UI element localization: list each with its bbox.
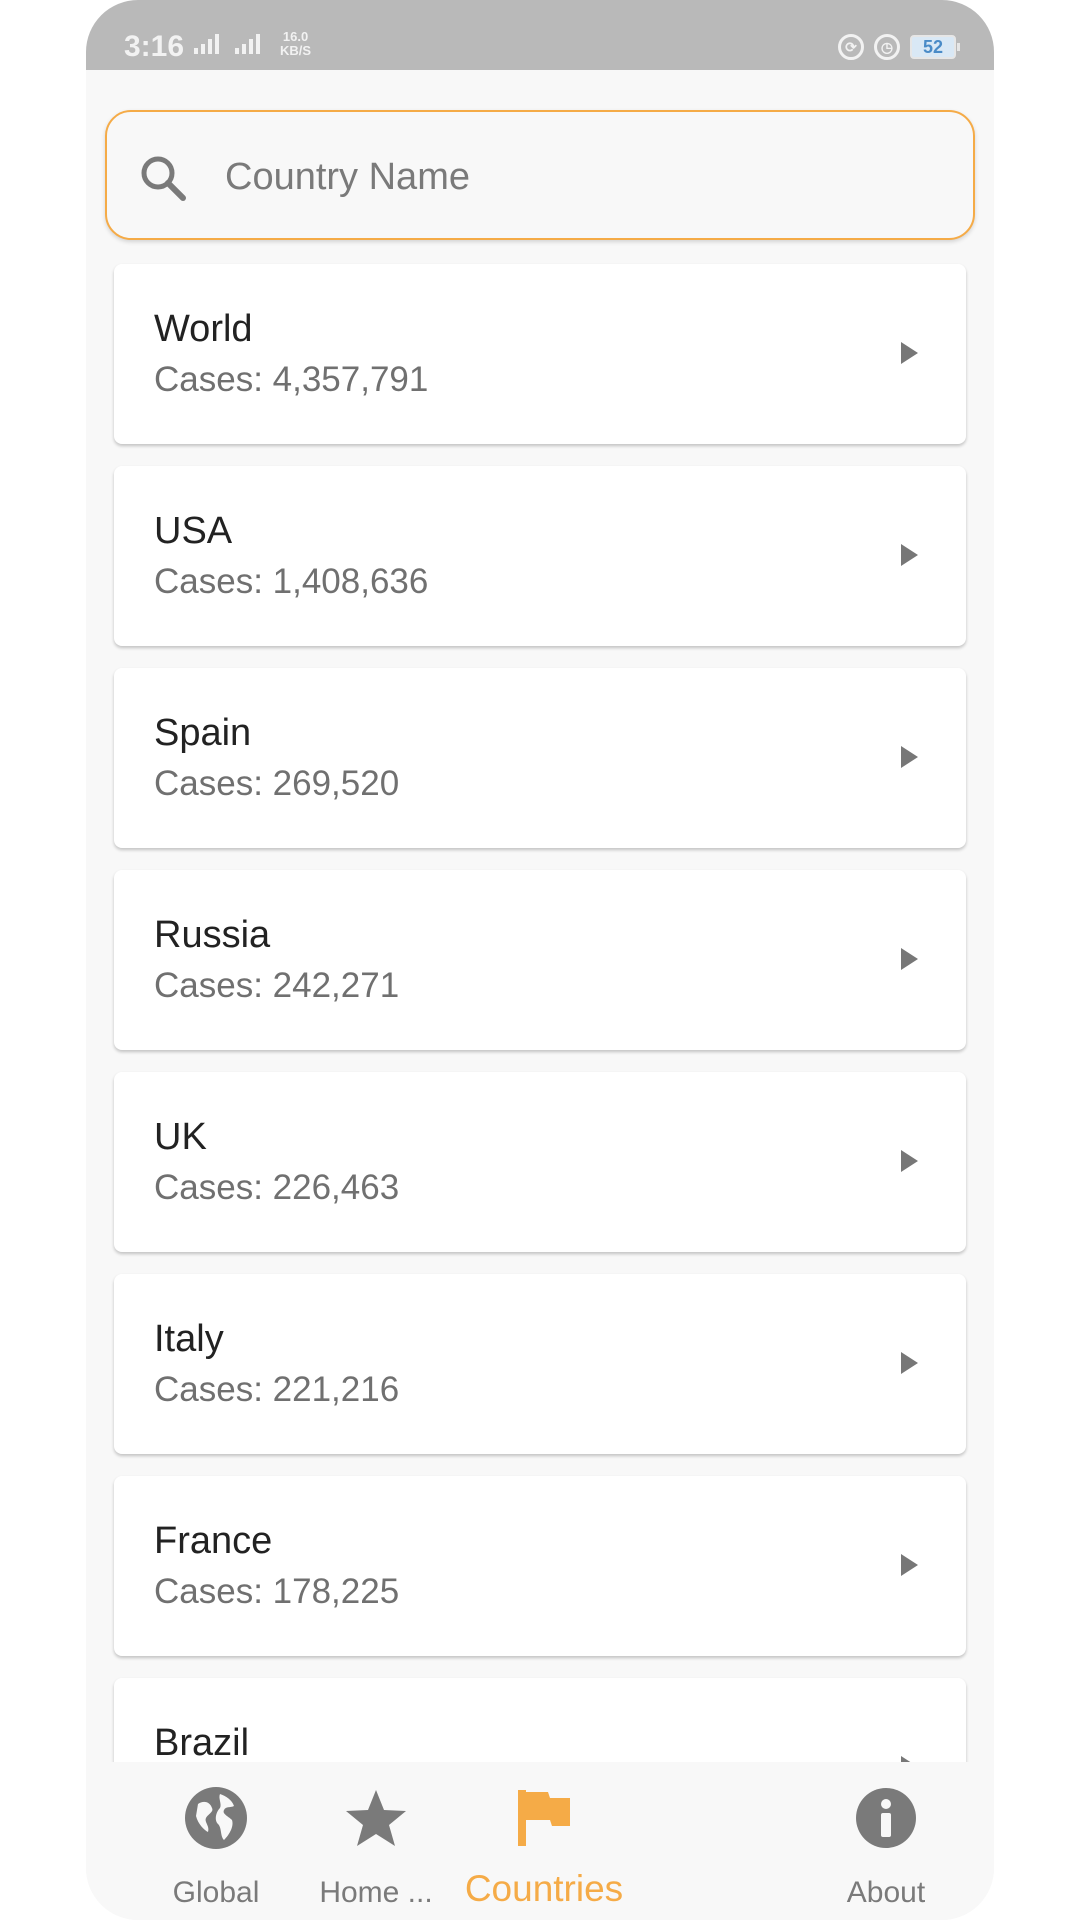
globe-icon xyxy=(185,1787,247,1849)
arrow-right-icon xyxy=(901,544,918,566)
arrow-right-icon xyxy=(901,746,918,768)
nav-label-global: Global xyxy=(172,1876,260,1909)
country-cases: Cases: 221,216 xyxy=(154,1370,400,1409)
bottom-navigation: Global Home ... Countries About xyxy=(86,1762,994,1920)
country-cases: Cases: 1,408,636 xyxy=(154,562,429,601)
country-name: Russia xyxy=(154,914,271,956)
country-card-world[interactable]: World Cases: 4,357,791 xyxy=(114,264,966,444)
star-icon xyxy=(346,1790,406,1846)
country-card-italy[interactable]: Italy Cases: 221,216 xyxy=(114,1274,966,1454)
country-cases: Cases: 4,357,791 xyxy=(154,360,429,399)
country-name: World xyxy=(154,308,253,350)
country-name: Spain xyxy=(154,712,252,754)
signal-icon xyxy=(194,34,260,54)
arrow-right-icon xyxy=(901,1352,918,1374)
country-cases: Cases: 242,271 xyxy=(154,966,400,1005)
nav-countries[interactable]: Countries xyxy=(446,1762,642,1920)
search-input[interactable] xyxy=(223,142,947,212)
nav-label-about: About xyxy=(846,1876,926,1909)
country-name: Italy xyxy=(154,1318,224,1360)
country-card-spain[interactable]: Spain Cases: 269,520 xyxy=(114,668,966,848)
arrow-right-icon xyxy=(901,1150,918,1172)
country-card-russia[interactable]: Russia Cases: 242,271 xyxy=(114,870,966,1050)
network-speed: 16.0 KB/S xyxy=(280,30,311,58)
status-time: 3:16 xyxy=(124,30,185,63)
nav-about[interactable]: About xyxy=(806,1762,966,1920)
nav-label-home: Home ... xyxy=(319,1876,433,1909)
nav-global[interactable]: Global xyxy=(126,1762,306,1920)
arrow-right-icon xyxy=(901,948,918,970)
nav-home[interactable]: Home ... xyxy=(286,1762,466,1920)
country-cases: Cases: 178,225 xyxy=(154,1572,400,1611)
status-bar: 3:16 16.0 KB/S ⟳ ◷ 52 xyxy=(86,0,994,70)
country-name: Brazil xyxy=(154,1722,250,1764)
country-cases: Cases: 226,463 xyxy=(154,1168,400,1207)
speed-value: 16.0 xyxy=(282,29,309,44)
nav-label-countries: Countries xyxy=(464,1868,624,1909)
country-cases: Cases: 269,520 xyxy=(154,764,400,803)
country-card-usa[interactable]: USA Cases: 1,408,636 xyxy=(114,466,966,646)
info-icon xyxy=(856,1788,916,1848)
country-card-uk[interactable]: UK Cases: 226,463 xyxy=(114,1072,966,1252)
search-box[interactable] xyxy=(105,110,975,240)
flag-icon xyxy=(518,1790,570,1846)
battery-icon: 52 xyxy=(910,35,960,59)
arrow-right-icon xyxy=(901,1554,918,1576)
country-card-france[interactable]: France Cases: 178,225 xyxy=(114,1476,966,1656)
alarm-icon: ◷ xyxy=(874,34,900,60)
search-icon xyxy=(141,156,186,201)
country-name: UK xyxy=(154,1116,207,1158)
country-name: France xyxy=(154,1520,273,1562)
status-right-icons: ⟳ ◷ 52 xyxy=(838,34,960,60)
country-name: USA xyxy=(154,510,233,552)
speed-unit: KB/S xyxy=(280,43,312,58)
phone-screen: 3:16 16.0 KB/S ⟳ ◷ 52 W xyxy=(86,0,994,1920)
arrow-right-icon xyxy=(901,342,918,364)
rotation-lock-icon: ⟳ xyxy=(838,34,864,60)
